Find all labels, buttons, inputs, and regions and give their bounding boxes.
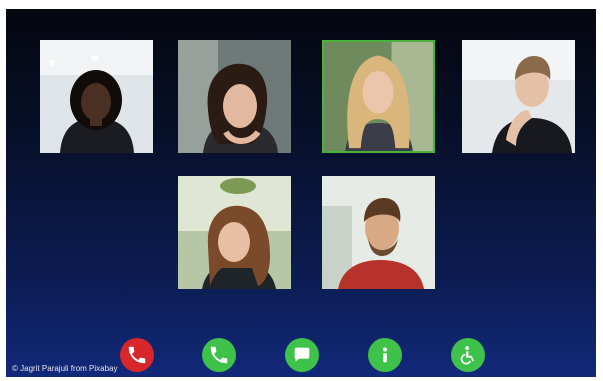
info-button[interactable] xyxy=(368,338,402,372)
participant-tile-1[interactable] xyxy=(40,40,153,153)
chat-button[interactable] xyxy=(285,338,319,372)
call-button[interactable] xyxy=(202,338,236,372)
participant-tile-4[interactable] xyxy=(462,40,575,153)
wheelchair-icon xyxy=(460,346,474,365)
participant-tile-3-active[interactable] xyxy=(322,40,435,153)
participant-tile-6[interactable] xyxy=(322,176,435,289)
info-icon xyxy=(382,347,388,363)
participant-tile-5[interactable] xyxy=(178,176,291,289)
participant-tile-2[interactable] xyxy=(178,40,291,153)
phone-hangup-icon xyxy=(128,346,146,364)
phone-icon xyxy=(210,346,228,364)
accessibility-button[interactable] xyxy=(451,338,485,372)
end-call-button[interactable] xyxy=(120,338,154,372)
video-call-screen: © Jagrit Parajuli from Pixabay xyxy=(6,9,596,377)
participant-video-2 xyxy=(178,40,291,153)
photo-credit: © Jagrit Parajuli from Pixabay xyxy=(12,364,118,373)
chat-icon xyxy=(294,347,310,362)
participant-video-6 xyxy=(322,176,435,289)
participant-video-3 xyxy=(324,42,433,151)
participant-video-4 xyxy=(462,40,575,153)
participant-video-5 xyxy=(178,176,291,289)
participant-video-1 xyxy=(40,40,153,153)
